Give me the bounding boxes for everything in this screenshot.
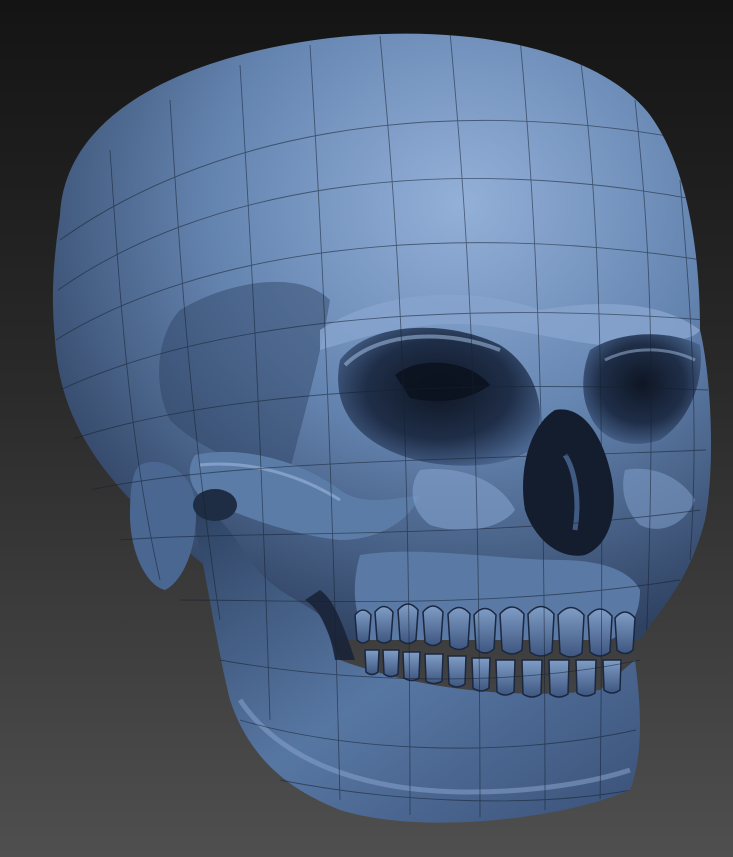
ear-canal bbox=[193, 489, 237, 521]
3d-viewport[interactable] bbox=[0, 0, 733, 857]
skull-render bbox=[52, 33, 712, 823]
